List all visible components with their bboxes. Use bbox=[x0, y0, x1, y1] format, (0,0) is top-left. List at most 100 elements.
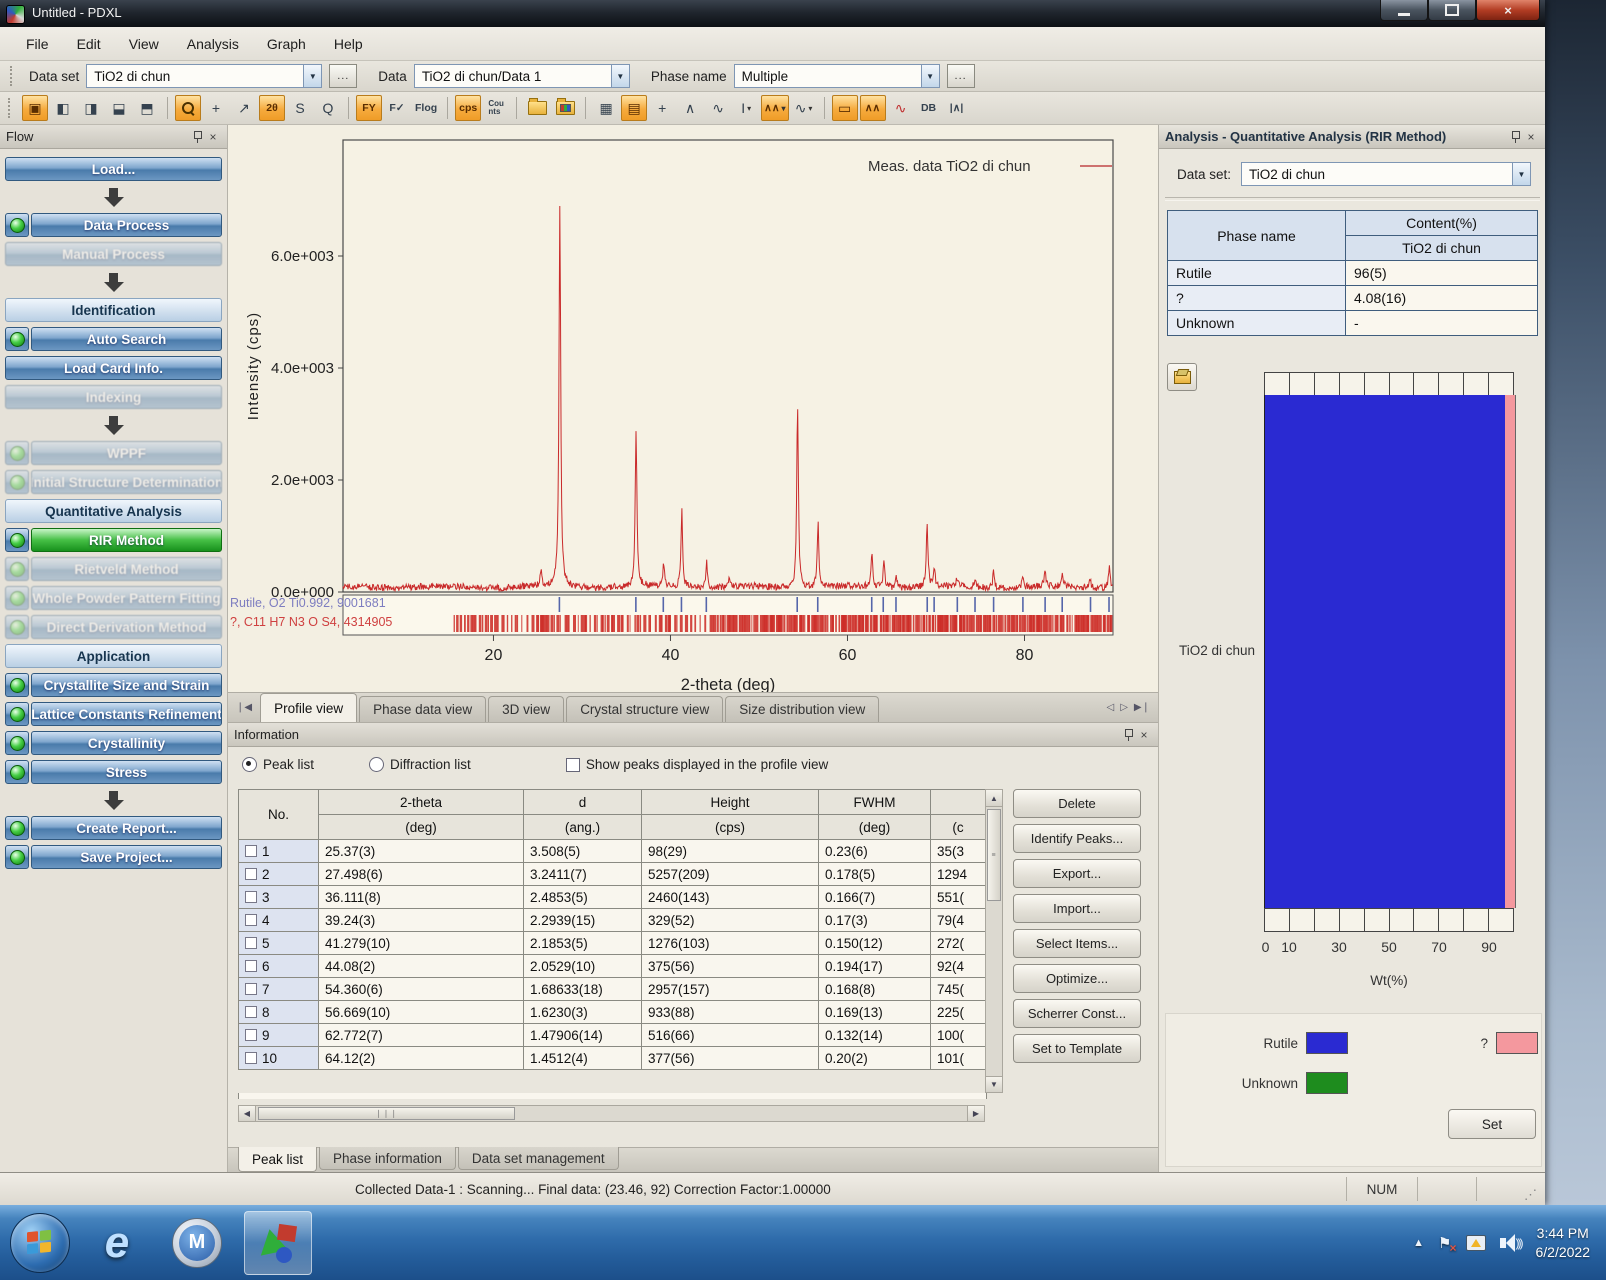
power-status-icon[interactable] bbox=[1466, 1235, 1486, 1251]
wave-display-icon[interactable]: ∿▾ bbox=[791, 95, 817, 121]
tab-scroll-first-icon[interactable]: ❘◀ bbox=[228, 693, 260, 722]
information-note-icon[interactable]: ▤ bbox=[621, 95, 647, 121]
flow-button[interactable]: Load Card Info. bbox=[5, 356, 222, 380]
legend-box-icon[interactable]: ▭ bbox=[832, 95, 858, 121]
speaker-icon[interactable]: ))) bbox=[1500, 1234, 1522, 1252]
flow-button[interactable]: Load... bbox=[5, 157, 222, 181]
minimize-button[interactable] bbox=[1380, 0, 1428, 21]
flow-button[interactable]: RIR Method bbox=[31, 528, 222, 552]
maximize-button[interactable] bbox=[1428, 0, 1476, 21]
pin-icon[interactable] bbox=[1507, 129, 1523, 145]
peak-row[interactable]: 1064.12(2)1.4512(4)377(56)0.20(2)101( bbox=[239, 1047, 986, 1070]
tick-marks-icon[interactable]: |∧| bbox=[944, 95, 970, 121]
flow-button[interactable]: Manual Process bbox=[5, 242, 222, 266]
legend-swatch[interactable] bbox=[1496, 1032, 1538, 1054]
row-checkbox[interactable] bbox=[245, 868, 257, 880]
peak-list-radio[interactable] bbox=[242, 757, 257, 772]
close-icon[interactable]: × bbox=[205, 129, 221, 145]
taskbar-item-app[interactable]: M bbox=[164, 1212, 230, 1274]
axis-q-icon[interactable]: Q bbox=[315, 95, 341, 121]
optimize-button[interactable]: Optimize... bbox=[1013, 964, 1141, 993]
data-dropdown[interactable]: TiO2 di chun/Data 1 ▼ bbox=[414, 64, 630, 88]
zoom-fit-icon[interactable]: ↗ bbox=[231, 95, 257, 121]
peak-row[interactable]: 439.24(3)2.2939(15)329(52)0.17(3)79(4 bbox=[239, 909, 986, 932]
layout-single-icon[interactable]: ▣ bbox=[22, 95, 48, 121]
peak-row[interactable]: 541.279(10)2.1853(5)1276(103)0.150(12)27… bbox=[239, 932, 986, 955]
row-checkbox[interactable] bbox=[245, 891, 257, 903]
export-button[interactable]: Export... bbox=[1013, 859, 1141, 888]
row-checkbox[interactable] bbox=[245, 914, 257, 926]
chevron-down-icon[interactable]: ▾ bbox=[808, 104, 812, 113]
delete-button[interactable]: Delete bbox=[1013, 789, 1141, 818]
menu-item-edit[interactable]: Edit bbox=[65, 32, 113, 56]
flow-button[interactable]: Rietveld Method bbox=[31, 557, 222, 581]
row-checkbox[interactable] bbox=[245, 937, 257, 949]
column-header-no[interactable]: No. bbox=[239, 790, 319, 840]
peak-row[interactable]: 125.37(3)3.508(5)98(29)0.23(6)35(3 bbox=[239, 840, 986, 863]
row-checkbox[interactable] bbox=[245, 1029, 257, 1041]
peak-row[interactable]: 644.08(2)2.0529(10)375(56)0.194(17)92(4 bbox=[239, 955, 986, 978]
chevron-down-icon[interactable]: ▾ bbox=[747, 104, 751, 113]
unit-cps-icon[interactable]: cps bbox=[455, 95, 481, 121]
flow-button[interactable]: Data Process bbox=[31, 213, 222, 237]
import-button[interactable]: Import... bbox=[1013, 894, 1141, 923]
tab-phase-information[interactable]: Phase information bbox=[319, 1147, 456, 1170]
grid-icon[interactable]: ▦ bbox=[593, 95, 619, 121]
table-row[interactable]: Rutile 96(5) bbox=[1168, 261, 1538, 286]
y-log-icon[interactable]: Flog bbox=[412, 95, 440, 121]
chevron-down-icon[interactable]: ▼ bbox=[303, 65, 321, 87]
peak-label-icon[interactable]: ∧ bbox=[677, 95, 703, 121]
taskbar-item-internet-explorer[interactable]: e bbox=[84, 1212, 150, 1274]
tab-scroll-icons[interactable]: ◁ ▷ ▶❘ bbox=[1099, 693, 1158, 722]
graph-options-button[interactable] bbox=[1167, 363, 1197, 391]
pin-icon[interactable] bbox=[1120, 727, 1136, 743]
phase-name-dropdown[interactable]: Multiple ▼ bbox=[734, 64, 940, 88]
flow-button[interactable]: Save Project... bbox=[31, 845, 222, 869]
crosshair-icon[interactable]: + bbox=[649, 95, 675, 121]
select-items-button[interactable]: Select Items... bbox=[1013, 929, 1141, 958]
taskbar-item-pdxl[interactable] bbox=[244, 1211, 312, 1275]
peak-row[interactable]: 754.360(6)1.68633(18)2957(157)0.168(8)74… bbox=[239, 978, 986, 1001]
flow-button[interactable]: Indexing bbox=[5, 385, 222, 409]
pan-icon[interactable]: + bbox=[203, 95, 229, 121]
flow-button[interactable]: WPPF bbox=[31, 441, 222, 465]
unit-counts-icon[interactable]: Counts bbox=[483, 95, 509, 121]
row-checkbox[interactable] bbox=[245, 1052, 257, 1064]
tab-phase-data-view[interactable]: Phase data view bbox=[359, 696, 486, 722]
tab-profile-view[interactable]: Profile view bbox=[260, 693, 357, 722]
column-header[interactable] bbox=[931, 790, 986, 815]
tab-crystal-structure-view[interactable]: Crystal structure view bbox=[566, 696, 723, 722]
peak-table-vertical-scrollbar[interactable]: ▲ ≡ ▼ bbox=[985, 789, 1003, 1093]
axis-2theta-icon[interactable]: 2θ bbox=[259, 95, 285, 121]
diffraction-list-radio[interactable] bbox=[369, 757, 384, 772]
y-free-icon[interactable]: F✓ bbox=[384, 95, 410, 121]
scrollbar-thumb[interactable]: ❘❘❘ bbox=[258, 1107, 515, 1120]
column-header[interactable]: 2-theta bbox=[319, 790, 524, 815]
y-fixed-icon[interactable]: FY bbox=[356, 95, 382, 121]
chevron-down-icon[interactable]: ▼ bbox=[1512, 163, 1530, 185]
peak-row[interactable]: 227.498(6)3.2411(7)5257(209)0.178(5)1294 bbox=[239, 863, 986, 886]
flow-button[interactable]: Initial Structure Determination bbox=[31, 470, 222, 494]
scroll-left-icon[interactable]: ◀ bbox=[239, 1106, 256, 1121]
scrollbar-thumb[interactable]: ≡ bbox=[987, 809, 1001, 901]
flow-button[interactable]: Crystallite Size and Strain bbox=[31, 673, 222, 697]
menu-item-file[interactable]: File bbox=[14, 32, 61, 56]
layout-bottom-icon[interactable]: ⬓ bbox=[106, 95, 132, 121]
taskbar-clock[interactable]: 3:44 PM 6/2/2022 bbox=[1536, 1224, 1591, 1262]
column-header[interactable]: FWHM bbox=[819, 790, 931, 815]
tab-next-icon[interactable]: ▷ bbox=[1120, 702, 1128, 713]
column-header[interactable]: d bbox=[524, 790, 642, 815]
row-checkbox[interactable] bbox=[245, 845, 257, 857]
data-set-browse-button[interactable]: ... bbox=[329, 64, 357, 88]
close-icon[interactable]: × bbox=[1136, 727, 1152, 743]
flow-button[interactable]: Whole Powder Pattern Fitting bbox=[31, 586, 222, 610]
flow-button[interactable]: Create Report... bbox=[31, 816, 222, 840]
smooth-curve-icon[interactable]: ∿ bbox=[705, 95, 731, 121]
peak-row[interactable]: 336.111(8)2.4853(5)2460(143)0.166(7)551( bbox=[239, 886, 986, 909]
database-icon[interactable]: DB bbox=[916, 95, 942, 121]
scroll-up-icon[interactable]: ▲ bbox=[986, 790, 1002, 807]
data-set-dropdown[interactable]: TiO2 di chun ▼ bbox=[86, 64, 322, 88]
chevron-down-icon[interactable]: ▼ bbox=[921, 65, 939, 87]
table-row[interactable]: Unknown - bbox=[1168, 311, 1538, 336]
pattern-display-icon[interactable]: ∧∧▾ bbox=[761, 95, 788, 121]
